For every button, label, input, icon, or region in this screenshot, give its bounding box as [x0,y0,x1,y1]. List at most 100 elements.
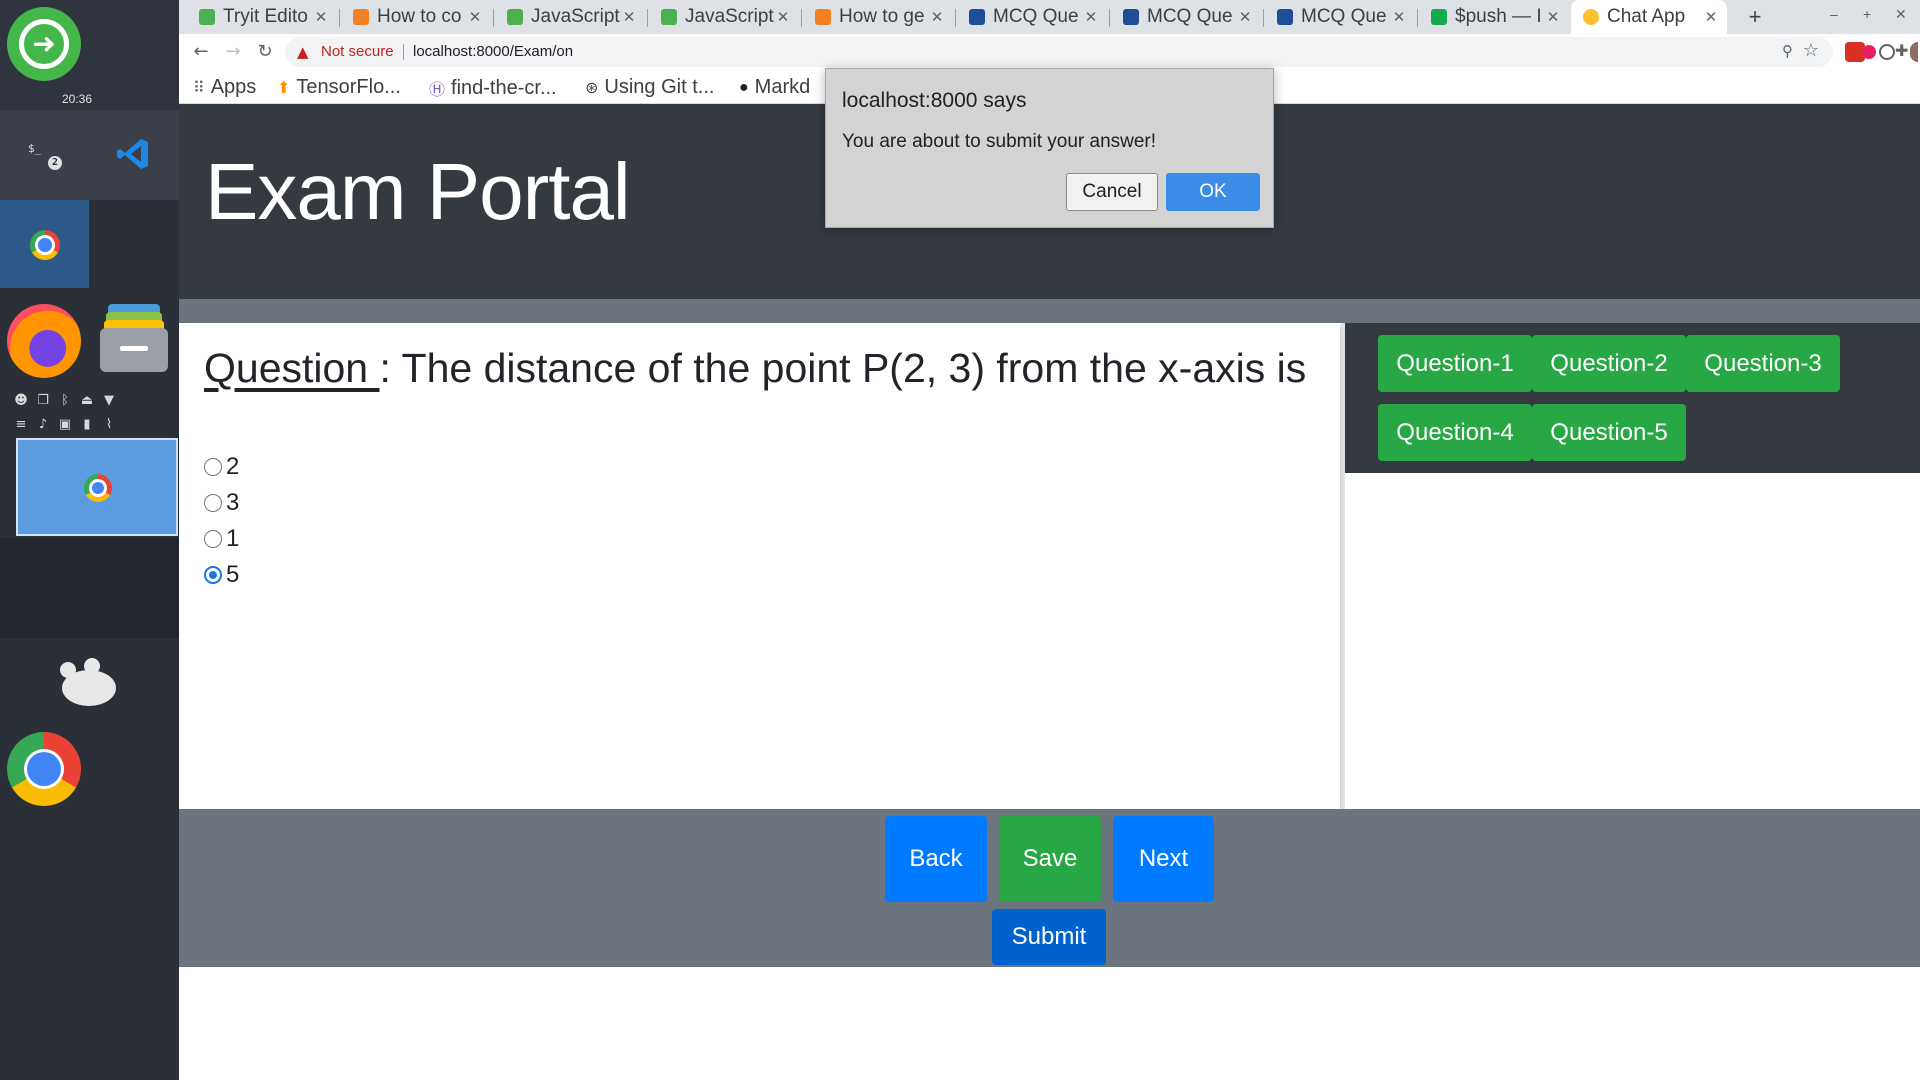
dock-chrome-selected[interactable] [0,200,89,288]
close-icon[interactable]: ✕ [1237,8,1253,26]
option-row[interactable]: 2 [204,449,239,485]
tab-how-to-ge[interactable]: How to ge ✕ [803,0,953,34]
bookmark-tensorflow[interactable]: ⬆ TensorFlo... [277,76,401,99]
launcher-icon[interactable]: ➜ [7,7,81,81]
back-arrow-icon[interactable]: ← [189,40,213,64]
volume-icon[interactable]: ♪ [32,412,54,436]
option-row[interactable]: 3 [204,485,239,521]
close-icon[interactable]: ✕ [775,8,791,26]
bookmark-apps[interactable]: ⠿ Apps [193,76,256,99]
option-row[interactable]: 5 [204,557,239,593]
extension-pink-icon[interactable] [1862,45,1876,59]
action-footer: Back Save Next Submit [179,809,1920,967]
ok-button[interactable]: OK [1166,173,1260,211]
terminal-prompt: $_ [28,142,42,155]
git-icon: ⊛ [585,79,599,97]
close-icon[interactable]: ✕ [621,8,637,26]
firefox-icon[interactable] [7,304,81,378]
save-button[interactable]: Save [999,816,1101,902]
tab-title: Tryit Edito [223,6,308,27]
cancel-button[interactable]: Cancel [1066,173,1158,211]
close-window-button[interactable]: ✕ [1895,6,1907,23]
tab-title: Chat App [1607,6,1686,27]
arrow-right-icon: ➜ [19,19,69,69]
tab-mcq-3[interactable]: MCQ Que ✕ [1265,0,1415,34]
question-body: : The distance of the point P(2, 3) from… [379,345,1307,391]
question-2-button[interactable]: Question-2 [1532,335,1686,392]
eject-icon[interactable]: ⏏ [76,388,98,412]
files-icon[interactable] [96,302,172,378]
bluetooth-icon[interactable]: ᛒ [54,388,76,412]
dialog-message: You are about to submit your answer! [842,131,1157,152]
bookmark-using-git[interactable]: ⊛ Using Git t... [585,76,714,99]
tab-how-to-co[interactable]: How to co ✕ [341,0,491,34]
window-switch-icon[interactable]: ❐ [32,388,54,412]
close-icon[interactable]: ✕ [1391,8,1407,26]
tab-chat-app[interactable]: Chat App ✕ [1571,0,1727,34]
option-label[interactable]: 5 [226,561,239,589]
option-radio-checked[interactable] [204,566,222,584]
vscode-icon[interactable] [115,136,151,172]
minimize-button[interactable]: – [1830,6,1838,22]
clip-icon[interactable]: ⌇ [98,412,120,436]
url-text[interactable]: localhost:8000/Exam/on [413,43,573,60]
forward-arrow-icon[interactable]: → [221,40,245,64]
mouse-icon[interactable] [58,654,122,710]
profile-avatar[interactable] [1910,42,1918,62]
bookmark-find-the-cr[interactable]: Ⓗ find-the-cr... [429,76,557,100]
close-icon[interactable]: ✕ [467,8,483,26]
question-panel: Question : The distance of the point P(2… [179,323,1340,809]
new-tab-button[interactable]: + [1741,4,1769,32]
favicon-icon [353,9,369,25]
close-icon[interactable]: ✕ [1545,8,1561,26]
option-radio[interactable] [204,458,222,476]
option-radio[interactable] [204,530,222,548]
maximize-button[interactable]: + [1863,6,1871,22]
reload-icon[interactable]: ↻ [253,40,277,64]
terminal-icon[interactable]: $_ 2 [28,142,62,170]
close-icon[interactable]: ✕ [929,8,945,26]
question-1-button[interactable]: Question-1 [1378,335,1532,392]
option-label[interactable]: 2 [226,453,239,481]
extension-a-icon[interactable] [1879,44,1895,60]
address-bar[interactable]: ▲ Not secure localhost:8000/Exam/on ⚲ ☆ [285,37,1833,67]
close-icon[interactable]: ✕ [1703,8,1719,26]
wifi-icon[interactable]: ▼ [98,388,120,412]
close-icon[interactable]: ✕ [1083,8,1099,26]
tensorflow-icon: ⬆ [277,79,291,97]
next-button[interactable]: Next [1113,816,1214,902]
tab-javascript-2[interactable]: JavaScript ✕ [649,0,799,34]
option-row[interactable]: 1 [204,521,239,557]
tab-tryit-editor[interactable]: Tryit Edito ✕ [187,0,337,34]
chrome-window-preview[interactable] [16,438,178,536]
question-5-button[interactable]: Question-5 [1532,404,1686,461]
option-label[interactable]: 1 [226,525,239,553]
dock-app-row [0,110,179,200]
chrome-icon[interactable] [7,732,81,806]
zoom-icon[interactable]: ⚲ [1782,42,1793,60]
back-button[interactable]: Back [885,816,987,902]
dialog-title: localhost:8000 says [842,89,1027,112]
notes-icon[interactable]: ≡ [10,412,32,436]
favicon-icon [661,9,677,25]
people-icon[interactable]: ☻ [10,388,32,412]
question-text: Question : The distance of the point P(2… [204,345,1306,392]
exam-page: Exam Portal Question : The distance of t… [179,104,1920,1080]
tab-title: MCQ Que [1147,6,1233,27]
bookmark-markdown[interactable]: ● Markd [739,76,810,99]
option-radio[interactable] [204,494,222,512]
bookmark-star-icon[interactable]: ☆ [1803,40,1819,61]
close-icon[interactable]: ✕ [313,8,329,26]
alert-dialog: localhost:8000 says You are about to sub… [825,68,1274,228]
question-3-button[interactable]: Question-3 [1686,335,1840,392]
tab-mcq-2[interactable]: MCQ Que ✕ [1111,0,1261,34]
question-4-button[interactable]: Question-4 [1378,404,1532,461]
package-icon[interactable]: ▣ [54,412,76,436]
tab-javascript-1[interactable]: JavaScript ✕ [495,0,645,34]
tab-mcq-1[interactable]: MCQ Que ✕ [957,0,1107,34]
submit-button[interactable]: Submit [992,909,1106,965]
tab-push[interactable]: $push — I ✕ [1419,0,1569,34]
security-label[interactable]: Not secure [321,43,394,60]
option-label[interactable]: 3 [226,489,239,517]
battery-icon[interactable]: ▮ [76,412,98,436]
